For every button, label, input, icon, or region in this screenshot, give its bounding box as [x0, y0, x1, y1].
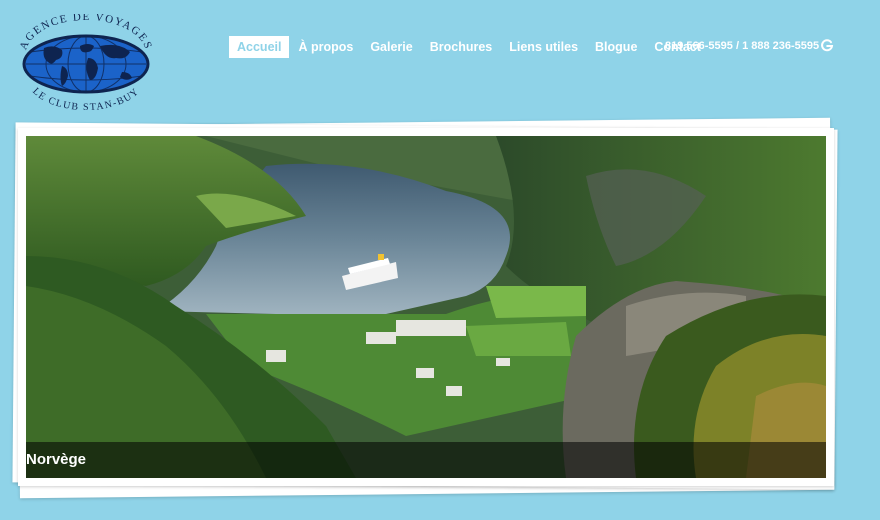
nav-item-brochures[interactable]: Brochures — [422, 36, 501, 58]
nav-item-a-propos[interactable]: À propos — [290, 36, 361, 58]
globe-logo-graphic: AGENCE DE VOYAGES LE CLUB STAN-BUY — [18, 11, 153, 113]
nav-item-galerie[interactable]: Galerie — [362, 36, 420, 58]
main-nav: Accueil À propos Galerie Brochures Liens… — [229, 36, 710, 58]
phone-numbers: 819 566-5595 / 1 888 236-5595 — [665, 40, 820, 52]
nav-item-blogue[interactable]: Blogue — [587, 36, 645, 58]
site-logo[interactable]: AGENCE DE VOYAGES LE CLUB STAN-BUY — [16, 11, 156, 113]
nav-item-accueil[interactable]: Accueil — [229, 36, 290, 58]
slideshow-image[interactable] — [26, 136, 826, 478]
slideshow-caption-bar: Norvège — [26, 442, 826, 478]
slideshow-caption: Norvège — [26, 451, 87, 468]
nav-item-liens-utiles[interactable]: Liens utiles — [501, 36, 586, 58]
google-plus-icon[interactable] — [820, 38, 834, 52]
